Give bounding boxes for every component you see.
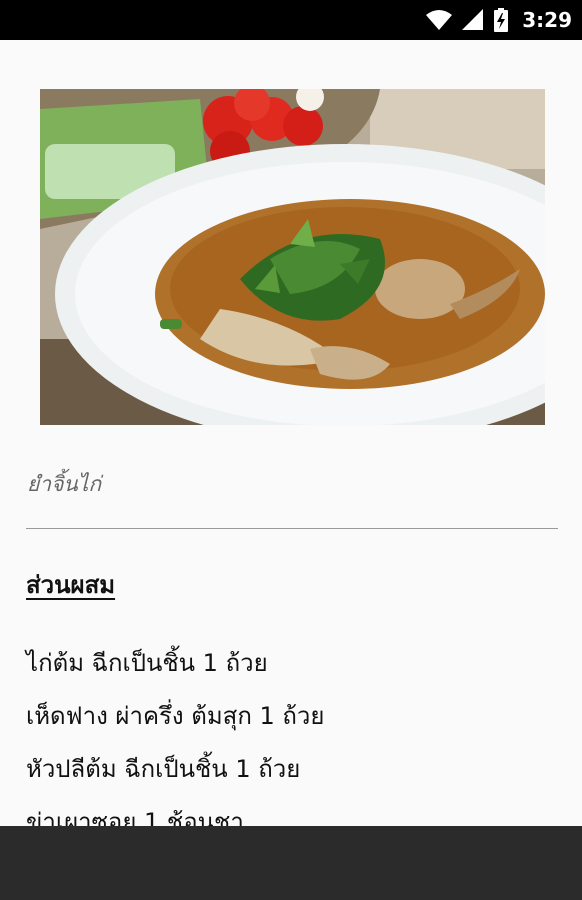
- soup-photo: [40, 89, 545, 425]
- ingredient-item: หัวปลีต้ม ฉีกเป็นชิ้น 1 ถ้วย: [26, 755, 301, 783]
- ingredient-item: ไก่ต้ม ฉีกเป็นชิ้น 1 ถ้วย: [26, 649, 268, 677]
- recipe-photo: [40, 89, 545, 425]
- recipe-caption: ยำจิ้นไก่: [27, 472, 102, 496]
- bottom-bar: [0, 826, 582, 900]
- recipe-content: ยำจิ้นไก่ ส่วนผสม ไก่ต้ม ฉีกเป็นชิ้น 1 ถ…: [0, 40, 582, 826]
- status-icons: 3:29: [426, 0, 572, 40]
- ingredient-item: ข่าเผาซอย 1 ช้อนชา: [26, 808, 244, 826]
- ingredient-item: เห็ดฟาง ผ่าครึ่ง ต้มสุก 1 ถ้วย: [26, 702, 325, 730]
- battery-charging-icon: [494, 8, 509, 32]
- ingredients-heading: ส่วนผสม: [26, 571, 116, 599]
- cell-signal-icon: [462, 9, 484, 31]
- divider: [26, 528, 558, 529]
- status-clock: 3:29: [522, 8, 572, 32]
- wifi-icon: [426, 9, 453, 31]
- status-bar: 3:29: [0, 0, 582, 40]
